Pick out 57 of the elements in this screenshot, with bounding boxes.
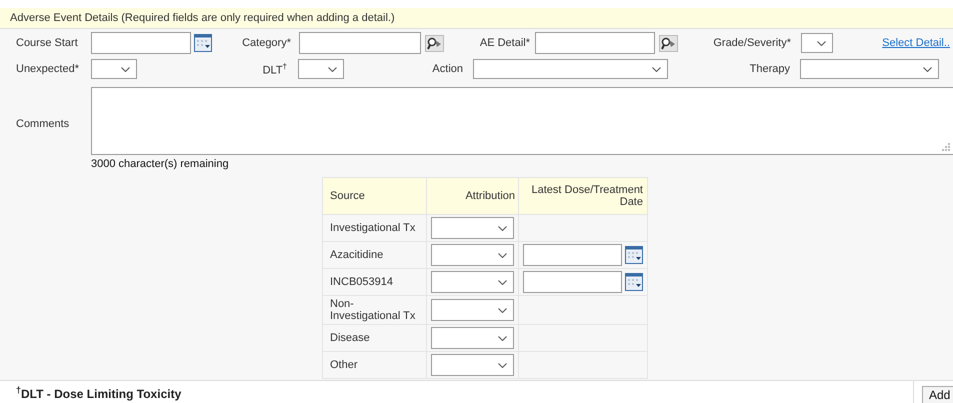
dropdown[interactable] (91, 59, 137, 79)
source-label: Disease (330, 332, 370, 344)
date-field[interactable] (523, 244, 622, 266)
chevron-down-icon (498, 252, 507, 258)
dropdown[interactable] (431, 244, 514, 266)
search-icon[interactable] (659, 34, 678, 52)
calendar-icon[interactable] (194, 34, 212, 52)
dropdown[interactable] (431, 299, 514, 321)
dropdown[interactable] (801, 33, 833, 53)
dropdown[interactable] (431, 217, 514, 239)
column-header: Source (322, 178, 426, 214)
dropdown[interactable] (473, 59, 668, 79)
input-field[interactable] (91, 32, 191, 54)
field-label: Comments (16, 118, 70, 130)
source-label: Other (330, 359, 358, 371)
input-field[interactable] (299, 32, 421, 54)
chevron-down-icon (498, 336, 507, 340)
footnote: $^{†}$DLT - Dose Limiting Toxicity (16, 384, 182, 400)
field-label: Therapy (750, 63, 790, 75)
field-label: AE Detail* (480, 37, 530, 49)
chevron-down-icon (121, 66, 130, 72)
source-label: Investigational Tx (330, 222, 416, 234)
column-header: Attribution (426, 178, 518, 214)
comments-field[interactable] (91, 87, 953, 155)
source-label: Non-Investigational Tx (330, 298, 416, 322)
dropdown[interactable] (431, 354, 514, 376)
select-detail-link[interactable]: Select Detail.. (882, 37, 950, 49)
resize-grip-icon[interactable] (942, 143, 950, 151)
chevron-down-icon (328, 66, 337, 72)
dropdown[interactable] (431, 271, 514, 293)
characters-remaining: 3000 character(s) remaining (91, 158, 229, 170)
source-label: INCB053914 (330, 276, 393, 288)
column-header: Latest Dose/Treatment Date (518, 178, 648, 214)
dropdown[interactable] (298, 59, 344, 79)
calendar-icon[interactable] (625, 246, 643, 264)
dropdown[interactable] (800, 59, 939, 79)
chevron-down-icon (498, 280, 507, 284)
source-label: Azacitidine (330, 249, 384, 261)
field-label: Course Start (16, 37, 78, 49)
field-label: DLT$^{†}$ (262, 62, 287, 76)
add-button[interactable]: Add (922, 386, 953, 403)
field-label: Grade/Severity* (713, 37, 791, 49)
date-field[interactable] (523, 271, 622, 293)
chevron-down-icon (498, 362, 507, 368)
chevron-down-icon (498, 226, 507, 230)
input-field[interactable] (535, 32, 655, 54)
chevron-down-icon (817, 40, 826, 46)
dropdown[interactable] (431, 327, 514, 349)
field-label: Unexpected* (16, 63, 79, 75)
chevron-down-icon (652, 66, 661, 72)
field-label: Category* (242, 37, 291, 49)
field-label: Action (432, 63, 463, 75)
chevron-down-icon (498, 308, 507, 312)
section-title: Adverse Event Details (Required fields are only required when adding a detail.) (10, 12, 395, 24)
search-icon[interactable] (425, 34, 444, 52)
chevron-down-icon (923, 66, 932, 72)
calendar-icon[interactable] (625, 273, 643, 291)
